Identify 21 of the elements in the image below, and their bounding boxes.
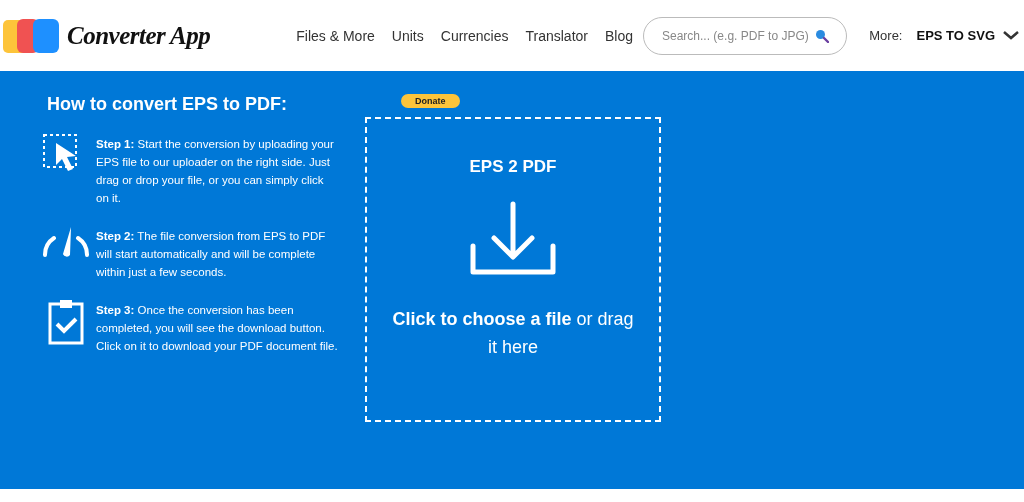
file-dropzone[interactable]: EPS 2 PDF Click to choose a file or drag it here — [365, 117, 661, 422]
search-field[interactable]: Search... (e.g. PDF to JPG) — [643, 16, 847, 55]
nav-link[interactable]: Blog — [605, 27, 633, 44]
nav-link[interactable]: Units — [391, 27, 424, 44]
nav-link[interactable]: Files & More — [296, 27, 375, 44]
section-heading: How to convert EPS to PDF: — [47, 94, 288, 115]
clipboard-check-icon — [48, 299, 84, 345]
donate-button[interactable]: Donate — [401, 94, 460, 108]
chevron-down-icon[interactable] — [1003, 31, 1019, 40]
nav-link[interactable]: Currencies — [440, 27, 509, 44]
upload-instruction: Click to choose a file or drag it here — [391, 308, 635, 359]
more-label: More: — [869, 28, 903, 43]
download-icon — [470, 201, 556, 275]
format-dropdown[interactable]: EPS TO SVG — [916, 28, 995, 43]
step-description: Step 3: Once the conversion has been completed, you will see the download button. Click on it to download your PDF document file. — [96, 303, 338, 354]
step-description: Step 2: The file conversion from EPS to PDF will start automatically and will be complete within just a few seconds. — [96, 229, 327, 280]
logo-text[interactable]: Converter App — [67, 21, 211, 50]
search-icon[interactable] — [815, 28, 829, 43]
nav-link[interactable]: Translator — [525, 27, 588, 44]
dropzone-title: EPS 2 PDF — [469, 157, 557, 177]
step-description: Step 1: Start the conversion by uploading your EPS file to our uploader on the right side. Just drag or drop your file, or you can simply click on it. — [96, 137, 335, 206]
